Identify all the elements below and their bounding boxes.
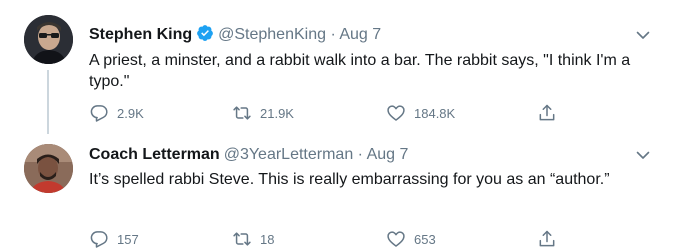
like-count: 653 [414, 231, 436, 247]
retweet-button[interactable]: 21.9K [232, 102, 294, 124]
reply-icon [90, 231, 108, 248]
user-handle[interactable]: @3YearLetterman [224, 146, 354, 163]
avatar[interactable] [24, 144, 73, 193]
tweet-actions: 157 18 653 [89, 228, 569, 250]
share-icon [539, 104, 555, 121]
reply-button[interactable]: 2.9K [89, 102, 144, 124]
retweet-count: 18 [260, 231, 275, 247]
retweet-icon [233, 106, 251, 120]
share-icon [539, 230, 555, 247]
display-name[interactable]: Stephen King [89, 26, 192, 43]
display-name[interactable]: Coach Letterman [89, 146, 220, 163]
separator-dot: · [357, 146, 363, 163]
like-icon [387, 105, 405, 121]
like-button[interactable]: 184.8K [386, 102, 455, 124]
chevron-down-icon[interactable] [636, 148, 650, 162]
verified-badge-icon [196, 24, 214, 49]
like-icon [387, 231, 405, 247]
tweet-text: A priest, a minster, and a rabbit walk i… [89, 52, 631, 90]
retweet-count: 21.9K [260, 105, 294, 121]
reply-count: 2.9K [117, 105, 144, 121]
retweet-button[interactable]: 18 [232, 228, 274, 250]
share-button[interactable] [537, 228, 565, 250]
share-button[interactable] [537, 102, 565, 124]
tweet-text: It’s spelled rabbi Steve. This is really… [89, 171, 610, 188]
reply-count: 157 [117, 231, 139, 247]
retweet-icon [233, 232, 251, 246]
reply-button[interactable]: 157 [89, 228, 139, 250]
avatar-image [24, 144, 73, 193]
chevron-down-icon[interactable] [636, 28, 650, 42]
tweet-header: Coach Letterman @3YearLetterman · Aug 7 [89, 144, 408, 166]
tweet[interactable]: Stephen King @StephenKing · Aug 7 A pries… [0, 0, 686, 134]
tweet[interactable]: Coach Letterman @3YearLetterman · Aug 7 I… [0, 134, 686, 248]
like-button[interactable]: 653 [386, 228, 436, 250]
avatar[interactable] [24, 15, 73, 64]
tweet-actions: 2.9K 21.9K 184.8K [89, 102, 569, 124]
tweet-date[interactable]: Aug 7 [339, 26, 381, 43]
thread-line [47, 70, 49, 134]
tweet-date[interactable]: Aug 7 [367, 146, 409, 163]
like-count: 184.8K [414, 105, 456, 121]
reply-icon [90, 105, 108, 122]
separator-dot: · [330, 26, 336, 43]
avatar-image [24, 15, 73, 64]
tweet-header: Stephen King @StephenKing · Aug 7 [89, 24, 381, 46]
user-handle[interactable]: @StephenKing [218, 26, 326, 43]
